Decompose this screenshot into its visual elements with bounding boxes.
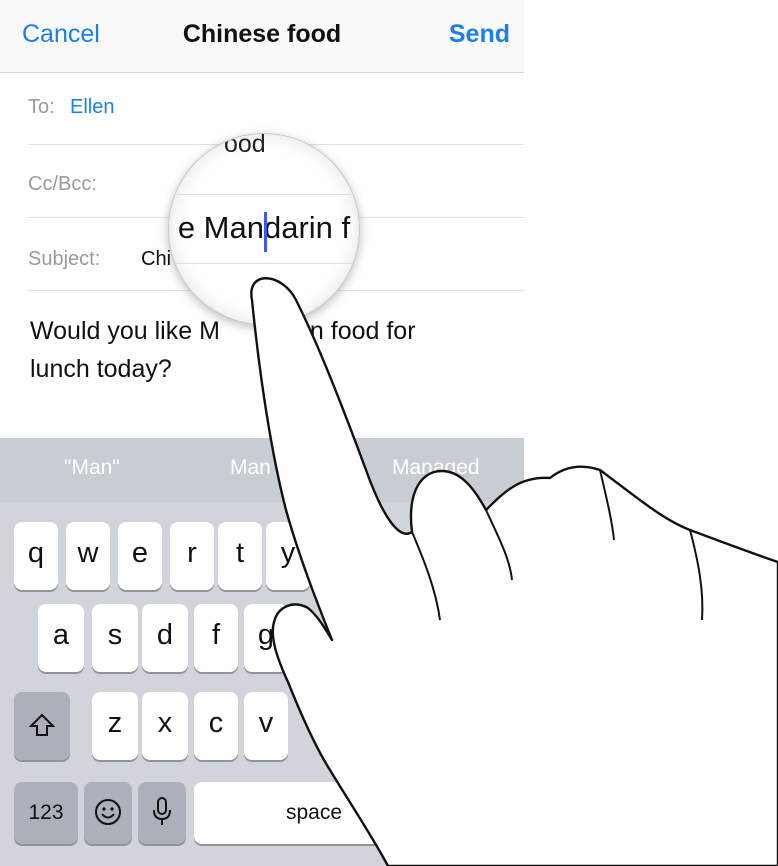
emoji-icon [95,799,121,825]
subject-value: Chi [141,248,172,270]
magnifier-above-text: ood [224,133,266,158]
numbers-key[interactable]: 123 [14,782,78,844]
prediction-3[interactable]: Managed [392,456,480,480]
key-g[interactable]: g [244,604,288,672]
recipient-token[interactable]: Ellen [70,96,114,119]
key-x[interactable]: x [142,692,188,760]
key-r[interactable]: r [170,522,214,590]
key-w[interactable]: w [66,522,110,590]
key-v[interactable]: v [244,692,288,760]
mail-compose-screen: Cancel Chinese food Send To: Ellen Cc/Bc… [0,0,524,866]
text-caret [264,212,267,252]
key-f[interactable]: f [194,604,238,672]
space-key[interactable]: space [194,782,434,844]
microphone-icon [153,797,171,825]
navigation-bar: Cancel Chinese food Send [0,0,524,73]
key-s[interactable]: s [92,604,138,672]
hand-finger-crease-2 [599,469,615,541]
key-y[interactable]: y [266,522,310,590]
key-z[interactable]: z [92,692,138,760]
send-button[interactable]: Send [449,20,510,49]
message-line-1-start: Would you like M [30,317,220,345]
cc-bcc-label: Cc/Bcc: [28,173,97,195]
hand-finger-crease-3 [689,529,704,621]
prediction-1[interactable]: "Man" [64,456,120,480]
dictation-key[interactable] [138,782,186,844]
subject-label: Subject: [28,248,101,270]
text-magnifier-loupe: ood e Mandarin f [168,133,360,325]
emoji-key[interactable] [84,782,132,844]
page-title: Chinese food [182,20,342,48]
message-line-2: lunch today? [30,355,172,383]
key-c[interactable]: c [194,692,238,760]
key-e[interactable]: e [118,522,162,590]
key-q[interactable]: q [14,522,58,590]
prediction-2[interactable]: Man [230,456,271,480]
key-d[interactable]: d [142,604,188,672]
to-label: To: [28,96,55,118]
key-t[interactable]: t [218,522,262,590]
key-a[interactable]: a [38,604,84,672]
shift-key[interactable] [14,692,70,760]
message-line-1-end: n food for [309,317,416,345]
predictive-bar: "Man" Man Managed [0,438,524,502]
keyboard: "Man" Man Managed q w e r t y a s d f g … [0,438,524,866]
shift-icon [28,713,56,736]
